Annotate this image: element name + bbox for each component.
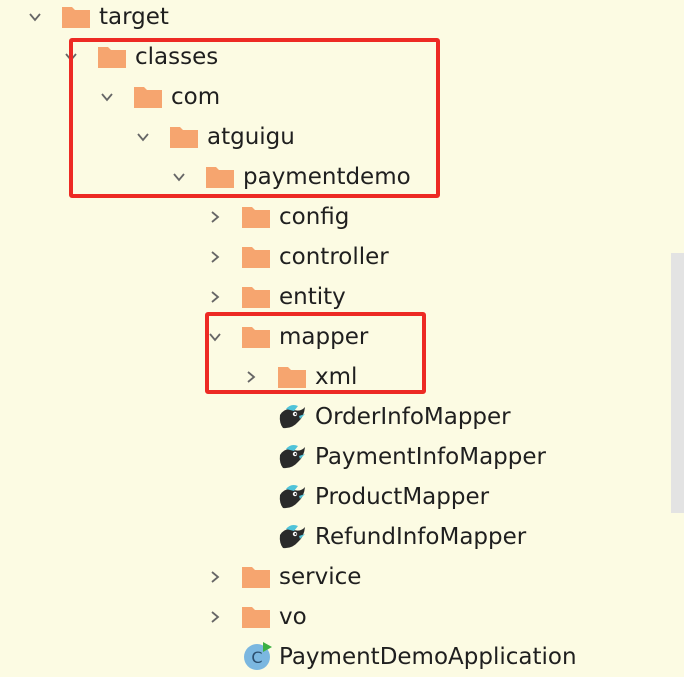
chevron-down-icon[interactable] xyxy=(136,130,150,144)
tree-node-label: PaymentInfoMapper xyxy=(315,444,546,470)
tree-node-label: com xyxy=(171,84,221,110)
folder-icon xyxy=(241,285,271,309)
chevron-right-icon[interactable] xyxy=(244,370,258,384)
tree-node-vo[interactable]: vo xyxy=(0,597,660,637)
tree-node-classes[interactable]: classes xyxy=(0,37,660,77)
tree-node-label: RefundInfoMapper xyxy=(315,524,527,550)
tree-node-payment-demo-application[interactable]: C PaymentDemoApplication xyxy=(0,637,660,677)
tree-node-entity[interactable]: entity xyxy=(0,277,660,317)
tree-node-payment-info-mapper[interactable]: PaymentInfoMapper xyxy=(0,437,660,477)
tree-node-target[interactable]: target xyxy=(0,0,660,37)
chevron-down-icon[interactable] xyxy=(100,90,114,104)
tree-node-label: ProductMapper xyxy=(315,484,490,510)
svg-text:C: C xyxy=(251,648,262,667)
folder-icon xyxy=(241,205,271,229)
tree-node-label: atguigu xyxy=(207,124,295,150)
tree-node-paymentdemo[interactable]: paymentdemo xyxy=(0,157,660,197)
folder-icon xyxy=(61,5,91,29)
tree-node-service[interactable]: service xyxy=(0,557,660,597)
folder-icon xyxy=(133,85,163,109)
folder-icon xyxy=(169,125,199,149)
tree-node-label: xml xyxy=(315,364,358,390)
tree-node-product-mapper[interactable]: ProductMapper xyxy=(0,477,660,517)
chevron-right-icon[interactable] xyxy=(208,210,222,224)
tree-node-label: config xyxy=(279,204,350,230)
tree-node-controller[interactable]: controller xyxy=(0,237,660,277)
folder-icon xyxy=(241,245,271,269)
mybatis-mapper-icon xyxy=(277,521,307,553)
chevron-right-icon[interactable] xyxy=(208,570,222,584)
tree-node-mapper[interactable]: mapper xyxy=(0,317,660,357)
folder-icon xyxy=(97,45,127,69)
tree-node-order-info-mapper[interactable]: OrderInfoMapper xyxy=(0,397,660,437)
folder-icon xyxy=(205,165,235,189)
mybatis-mapper-icon xyxy=(277,481,307,513)
tree-node-label: vo xyxy=(279,604,307,630)
folder-icon xyxy=(241,565,271,589)
vertical-scrollbar[interactable] xyxy=(671,253,684,513)
tree-node-label: PaymentDemoApplication xyxy=(279,644,577,670)
chevron-down-icon[interactable] xyxy=(172,170,186,184)
spring-boot-class-icon: C xyxy=(243,641,273,671)
chevron-down-icon[interactable] xyxy=(64,50,78,64)
tree-node-label: paymentdemo xyxy=(243,164,411,190)
tree-node-refund-info-mapper[interactable]: RefundInfoMapper xyxy=(0,517,660,557)
tree-node-label: target xyxy=(99,4,169,30)
tree-node-com[interactable]: com xyxy=(0,77,660,117)
tree-node-atguigu[interactable]: atguigu xyxy=(0,117,660,157)
chevron-down-icon[interactable] xyxy=(208,330,222,344)
chevron-down-icon[interactable] xyxy=(28,10,42,24)
tree-node-xml[interactable]: xml xyxy=(0,357,660,397)
tree-node-label: mapper xyxy=(279,324,369,350)
chevron-right-icon[interactable] xyxy=(208,290,222,304)
chevron-right-icon[interactable] xyxy=(208,250,222,264)
tree-node-label: entity xyxy=(279,284,346,310)
tree-node-label: controller xyxy=(279,244,389,270)
folder-icon xyxy=(241,605,271,629)
chevron-right-icon[interactable] xyxy=(208,610,222,624)
mybatis-mapper-icon xyxy=(277,401,307,433)
tree-node-label: classes xyxy=(135,44,219,70)
tree-node-label: service xyxy=(279,564,362,590)
folder-icon xyxy=(241,325,271,349)
project-tree: target classes com atguigu paymentdemo c… xyxy=(0,0,684,670)
mybatis-mapper-icon xyxy=(277,441,307,473)
folder-icon xyxy=(277,365,307,389)
tree-node-config[interactable]: config xyxy=(0,197,660,237)
tree-node-label: OrderInfoMapper xyxy=(315,404,511,430)
